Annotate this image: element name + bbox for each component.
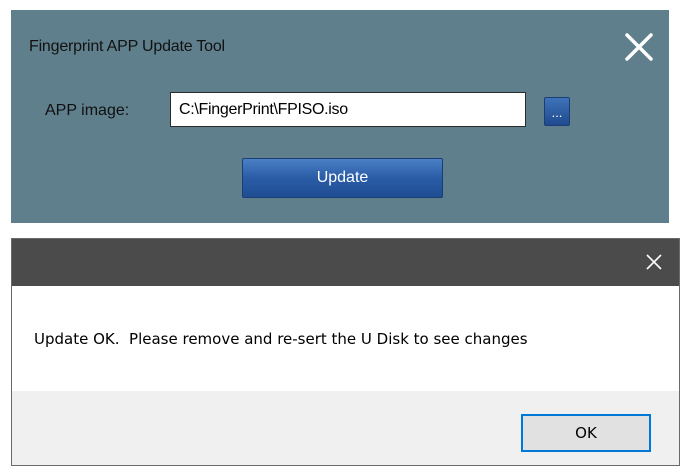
browse-button[interactable]: ... (544, 97, 570, 126)
window-title: Fingerprint APP Update Tool (29, 38, 225, 55)
dialog-message: Update OK. Please remove and re-sert the… (34, 330, 528, 348)
message-dialog: Update OK. Please remove and re-sert the… (11, 238, 680, 466)
update-tool-window: Fingerprint APP Update Tool APP image: .… (11, 10, 669, 223)
app-image-path-input[interactable] (170, 92, 526, 127)
ok-button[interactable]: OK (521, 414, 651, 452)
ok-button-label: OK (575, 424, 597, 442)
close-button[interactable] (622, 30, 656, 64)
update-button[interactable]: Update (242, 158, 443, 198)
dialog-titlebar (12, 239, 679, 286)
close-icon (646, 254, 662, 270)
screen: Fingerprint APP Update Tool APP image: .… (0, 0, 681, 473)
dialog-close-button[interactable] (643, 251, 665, 273)
close-icon (625, 33, 653, 61)
dialog-body: Update OK. Please remove and re-sert the… (12, 286, 679, 391)
dialog-footer: OK (12, 391, 679, 465)
app-image-label: APP image: (45, 102, 130, 119)
